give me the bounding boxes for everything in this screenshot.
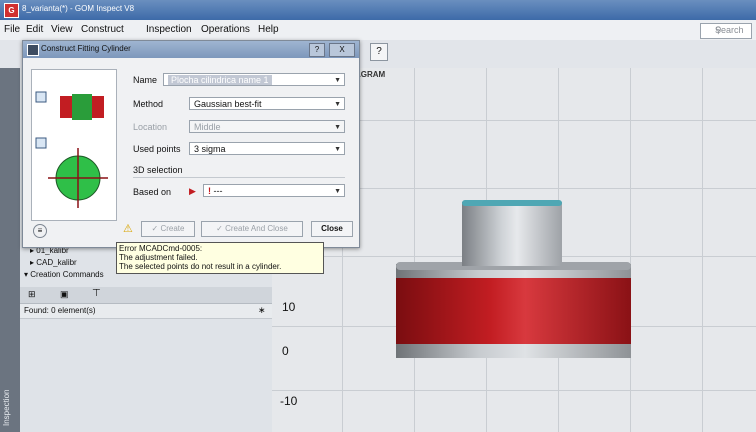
menu-operations[interactable]: Operations: [201, 24, 250, 35]
check-icon: ✓: [216, 224, 226, 233]
chevron-down-icon: ▼: [334, 101, 341, 108]
expand-options-icon[interactable]: ≡: [33, 224, 47, 238]
used-points-select[interactable]: 3 sigma ▼: [189, 142, 345, 155]
error-message: The adjustment failed.: [119, 253, 198, 262]
arrow-icon: ▶: [189, 186, 196, 196]
location-value: Middle: [194, 122, 221, 132]
found-count-row: Found: 0 element(s) ∗: [20, 304, 272, 319]
create-and-close-button[interactable]: ✓ Create And Close: [201, 221, 303, 237]
cylinder-preview-icon: [35, 91, 108, 208]
filter-icon[interactable]: ⊞: [28, 289, 36, 300]
menu-inspection[interactable]: Inspection: [146, 24, 192, 35]
warning-icon[interactable]: ⚠: [123, 222, 133, 235]
method-value: Gaussian best-fit: [194, 99, 262, 109]
list-icon[interactable]: ▣: [60, 289, 69, 300]
found-count: Found: 0 element(s): [24, 306, 96, 315]
menu-view[interactable]: View: [51, 24, 73, 35]
menu-help[interactable]: Help: [258, 24, 279, 35]
section-divider: [133, 177, 345, 178]
error-code: Error MCADCmd-0005:: [119, 244, 203, 253]
search-input[interactable]: ⚲ Search: [700, 23, 752, 39]
tick-label: 0: [282, 344, 289, 358]
based-on-label: Based on: [133, 187, 172, 197]
dialog-help-button[interactable]: ?: [309, 43, 325, 57]
create-button[interactable]: ✓ Create: [141, 221, 195, 237]
chevron-down-icon: ▼: [334, 124, 341, 131]
error-detail: The selected points do not result in a c…: [119, 262, 282, 271]
construct-fitting-cylinder-dialog: Construct Fitting Cylinder ? X Name Ploc…: [22, 40, 360, 248]
star-icon[interactable]: ∗: [258, 305, 266, 316]
error-tooltip: Error MCADCmd-0005: The adjustment faile…: [116, 242, 324, 274]
tree-item-creation-commands[interactable]: ▾ Creation Commands: [24, 270, 104, 279]
chevron-down-icon: ▼: [334, 146, 341, 153]
menu-construct[interactable]: Construct: [81, 24, 124, 35]
based-on-value: ---: [213, 186, 223, 196]
used-points-value: 3 sigma: [194, 144, 226, 154]
cylinder-top[interactable]: [462, 202, 562, 266]
name-label: Name: [133, 75, 158, 85]
tick-label: 10: [282, 300, 296, 314]
dialog-title-bar: Construct Fitting Cylinder ? X: [23, 41, 359, 58]
method-label: Method: [133, 99, 164, 109]
dialog-title: Construct Fitting Cylinder: [41, 44, 131, 53]
panel-tabstrip: ⊞ ▣ ⊤: [20, 287, 272, 304]
inspection-tab[interactable]: Inspection: [2, 382, 18, 426]
tick-label: -10: [280, 394, 298, 408]
cylinder-top-edge: [462, 200, 562, 206]
window-title: 8_varianta(*) - GOM Inspect V8: [22, 4, 135, 13]
dialog-icon: [27, 44, 39, 56]
name-field[interactable]: Plocha cilindrica name 1 ▼: [163, 73, 345, 86]
help-button[interactable]: ?: [370, 43, 388, 61]
pin-icon[interactable]: ⊤: [92, 288, 101, 299]
close-button[interactable]: Close: [311, 221, 353, 237]
app-icon: G: [4, 3, 19, 18]
location-select: Middle ▼: [189, 120, 345, 133]
used-points-label: Used points: [133, 144, 181, 154]
menu-edit[interactable]: Edit: [26, 24, 43, 35]
chevron-down-icon: ▼: [334, 188, 341, 195]
3d-selection-section: 3D selection: [133, 165, 183, 175]
dialog-close-icon[interactable]: X: [329, 43, 355, 57]
name-value: Plocha cilindrica name 1: [168, 75, 272, 85]
tree-item-cad-kalibr[interactable]: ▸ CAD_kalibr: [30, 258, 77, 267]
based-on-select[interactable]: ! --- ▼: [203, 184, 345, 197]
cylinder-preview: [31, 69, 117, 221]
location-label: Location: [133, 122, 168, 132]
search-placeholder: Search: [715, 25, 744, 35]
method-select[interactable]: Gaussian best-fit ▼: [189, 97, 345, 110]
window-title-bar: G 8_varianta(*) - GOM Inspect V8: [0, 0, 756, 20]
menu-bar: File Edit View Construct Inspection Oper…: [0, 20, 756, 41]
menu-file[interactable]: File: [4, 24, 20, 35]
cylinder-red-band[interactable]: [396, 278, 631, 344]
side-strip: [0, 68, 20, 432]
chevron-down-icon: ▼: [334, 77, 341, 84]
